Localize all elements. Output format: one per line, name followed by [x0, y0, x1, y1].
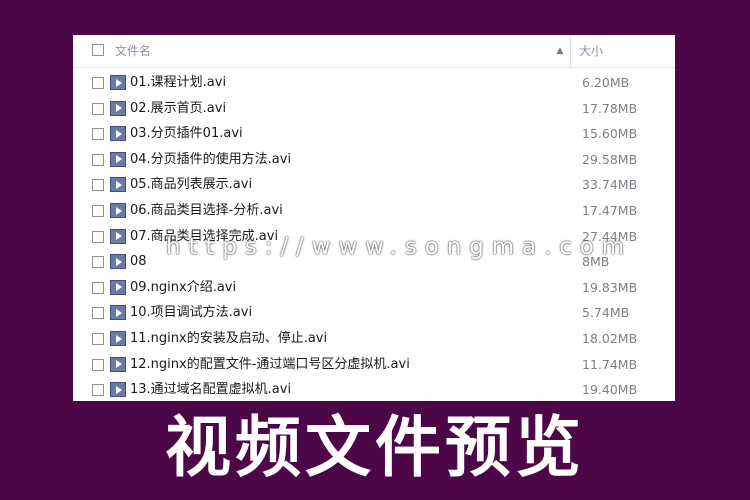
- file-size: 18.02MB: [582, 331, 638, 346]
- file-size: 17.78MB: [582, 100, 638, 116]
- file-row[interactable]: 13.通过域名配置虚拟机.avi 19.40MB: [73, 377, 675, 403]
- file-row[interactable]: 11.nginx的安装及启动、停止.avi 18.02MB: [73, 326, 675, 352]
- file-name[interactable]: 12.nginx的配置文件-通过端口号区分虚拟机.avi: [130, 352, 410, 378]
- row-checkbox[interactable]: [92, 205, 104, 217]
- column-header-size[interactable]: 大小: [579, 35, 603, 67]
- file-name[interactable]: 02.展示首页.avi: [130, 96, 226, 122]
- file-row[interactable]: 06.商品类目选择-分析.avi 17.47MB: [73, 198, 675, 224]
- video-file-icon: [110, 254, 126, 270]
- file-size: 19.83MB: [582, 279, 638, 295]
- column-header-name[interactable]: 文件名: [115, 35, 151, 67]
- video-file-icon: [110, 305, 126, 321]
- file-name[interactable]: 10.项目调试方法.avi: [130, 300, 252, 326]
- file-row[interactable]: 03.分页插件01.avi 15.60MB: [73, 121, 675, 147]
- row-checkbox[interactable]: [92, 333, 104, 345]
- file-name[interactable]: 08: [130, 249, 147, 275]
- file-name[interactable]: 03.分页插件01.avi: [130, 121, 243, 147]
- file-row[interactable]: 01.课程计划.avi 6.20MB: [73, 70, 675, 96]
- file-size: 19.40MB: [582, 382, 638, 398]
- row-checkbox[interactable]: [92, 281, 104, 294]
- row-checkbox[interactable]: [92, 179, 104, 192]
- file-row[interactable]: 10.项目调试方法.avi 5.74MB: [73, 300, 675, 326]
- file-list-header: 文件名 ▲ 大小: [73, 35, 675, 68]
- row-checkbox[interactable]: [92, 256, 104, 269]
- file-name[interactable]: 13.通过域名配置虚拟机.avi: [130, 377, 291, 403]
- file-size: 33.74MB: [582, 177, 638, 193]
- file-row[interactable]: 02.展示首页.avi 17.78MB: [73, 96, 675, 122]
- file-size: 11.74MB: [582, 356, 638, 372]
- watermark-url: https://www.songma.com: [166, 234, 633, 260]
- video-file-icon: [110, 151, 126, 167]
- file-size: 15.60MB: [582, 126, 638, 142]
- row-checkbox[interactable]: [92, 77, 104, 89]
- row-checkbox[interactable]: [92, 384, 104, 397]
- file-size: 29.58MB: [582, 151, 638, 167]
- file-name[interactable]: 05.商品列表展示.avi: [130, 172, 252, 198]
- video-file-icon: [110, 126, 126, 142]
- row-checkbox[interactable]: [92, 153, 104, 166]
- video-file-icon: [110, 203, 126, 218]
- file-name[interactable]: 09.nginx介绍.avi: [130, 275, 236, 301]
- row-checkbox[interactable]: [92, 358, 104, 371]
- row-checkbox[interactable]: [92, 307, 104, 320]
- file-size: 5.74MB: [582, 305, 630, 321]
- column-separator[interactable]: [570, 35, 571, 67]
- file-row[interactable]: 04.分页插件的使用方法.avi 29.58MB: [73, 147, 675, 173]
- video-file-icon: [110, 177, 126, 193]
- video-file-icon: [110, 75, 126, 90]
- file-list-panel: 文件名 ▲ 大小 01.课程计划.avi 6.20MB 02.展示首页.avi 17.…: [73, 35, 675, 401]
- row-checkbox[interactable]: [92, 230, 104, 243]
- sort-ascending-icon[interactable]: ▲: [555, 46, 565, 56]
- caption-title: 视频文件预览: [165, 409, 585, 486]
- row-checkbox[interactable]: [92, 102, 104, 115]
- file-size: 17.47MB: [582, 203, 638, 218]
- select-all-checkbox[interactable]: [92, 44, 104, 56]
- row-checkbox[interactable]: [92, 128, 104, 141]
- video-file-icon: [110, 279, 126, 295]
- file-name[interactable]: 11.nginx的安装及启动、停止.avi: [130, 326, 327, 352]
- file-row[interactable]: 12.nginx的配置文件-通过端口号区分虚拟机.avi 11.74MB: [73, 352, 675, 378]
- file-name[interactable]: 06.商品类目选择-分析.avi: [130, 198, 283, 224]
- file-name[interactable]: 04.分页插件的使用方法.avi: [130, 147, 291, 173]
- file-size: 6.20MB: [582, 75, 630, 90]
- file-row[interactable]: 05.商品列表展示.avi 33.74MB: [73, 172, 675, 198]
- video-file-icon: [110, 382, 126, 398]
- file-row[interactable]: 09.nginx介绍.avi 19.83MB: [73, 275, 675, 301]
- video-file-icon: [110, 356, 126, 372]
- video-file-icon: [110, 331, 126, 346]
- video-file-icon: [110, 228, 126, 244]
- file-name[interactable]: 01.课程计划.avi: [130, 70, 226, 96]
- video-file-icon: [110, 100, 126, 116]
